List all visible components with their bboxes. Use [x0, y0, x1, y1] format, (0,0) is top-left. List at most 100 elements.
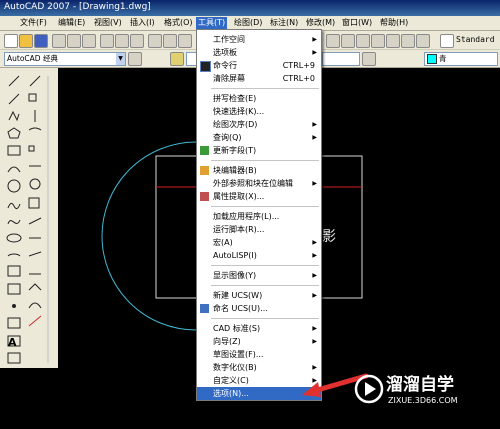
- print-icon[interactable]: [52, 34, 66, 48]
- paste-icon[interactable]: [130, 34, 144, 48]
- help-icon[interactable]: [416, 34, 430, 48]
- properties-icon[interactable]: [326, 34, 340, 48]
- copy-icon[interactable]: [115, 34, 129, 48]
- menu-draw[interactable]: 绘图(D): [232, 17, 264, 29]
- polyline-icon: [8, 110, 20, 122]
- fillet-icon: [28, 302, 42, 309]
- tools-menu-item[interactable]: 宏(A) ▶: [197, 236, 321, 249]
- draw-modify-toolbars: A: [0, 68, 58, 368]
- tools-menu-item[interactable]: 外部参照和块在位编辑 ▶: [197, 177, 321, 190]
- print-preview-icon[interactable]: [67, 34, 81, 48]
- workspace-value: AutoCAD 经典: [7, 54, 58, 63]
- menu-modify[interactable]: 修改(M): [304, 17, 337, 29]
- tools-menu-item[interactable]: 命令行 CTRL+9: [197, 59, 321, 72]
- make-layer-current-icon[interactable]: [362, 52, 376, 66]
- tools-menu-item[interactable]: 绘图次序(D) ▶: [197, 118, 321, 131]
- cyan-swatch: [427, 54, 437, 64]
- tools-menu-item[interactable]: 向导(Z) ▶: [197, 335, 321, 348]
- make-block-icon: [7, 283, 21, 295]
- tools-menu-item[interactable]: 查询(Q) ▶: [197, 131, 321, 144]
- open-icon[interactable]: [19, 34, 33, 48]
- rectangle-icon: [7, 145, 21, 156]
- command-line-icon: [200, 61, 211, 72]
- tools-menu-item[interactable]: 草图设置(F)...: [197, 348, 321, 361]
- redo-icon[interactable]: [178, 34, 192, 48]
- offset-icon: [28, 127, 42, 131]
- menu-dimension[interactable]: 标注(N): [268, 17, 300, 29]
- watermark-url: ZIXUE.3D66.COM: [388, 396, 458, 405]
- tools-menu-item[interactable]: CAD 标准(S) ▶: [197, 322, 321, 335]
- drawn-arc: [101, 141, 197, 331]
- publish-icon[interactable]: [82, 34, 96, 48]
- layer-manager-icon[interactable]: [170, 52, 184, 66]
- chamfer-icon: [28, 283, 42, 291]
- sheet-set-icon[interactable]: [371, 34, 385, 48]
- undo-icon[interactable]: [163, 34, 177, 48]
- linetype-combo[interactable]: [322, 52, 360, 66]
- tools-menu-item[interactable]: 拼写检查(E): [197, 92, 321, 105]
- tools-menu-item[interactable]: 块编辑器(B): [197, 164, 321, 177]
- menu-format[interactable]: 格式(O): [162, 17, 195, 29]
- menu-window[interactable]: 窗口(W): [340, 17, 374, 29]
- canvas-text: 影: [322, 229, 336, 245]
- rotate-icon: [29, 178, 41, 190]
- markup-icon[interactable]: [386, 34, 400, 48]
- arc-icon: [7, 166, 21, 173]
- match-properties-icon[interactable]: [148, 34, 162, 48]
- menu-help[interactable]: 帮助(H): [378, 17, 410, 29]
- tools-menu-item[interactable]: 选项板 ▶: [197, 46, 321, 59]
- color-combo[interactable]: 青: [424, 52, 498, 66]
- tools-menu-item[interactable]: 新建 UCS(W) ▶: [197, 289, 321, 302]
- tools-menu-item[interactable]: 属性提取(X)...: [197, 190, 321, 203]
- menu-tools[interactable]: 工具(T): [196, 17, 228, 29]
- tools-menu-item[interactable]: 清除屏幕 CTRL+0: [197, 72, 321, 85]
- save-icon[interactable]: [34, 34, 48, 48]
- multiline-text-icon[interactable]: A: [8, 336, 17, 349]
- menu-insert[interactable]: 插入(I): [128, 17, 157, 29]
- text-style-icon: [440, 34, 454, 48]
- hatch-icon: [7, 317, 21, 329]
- text-style-label[interactable]: Standard: [456, 35, 495, 44]
- left-toolbar-icons: [6, 75, 49, 364]
- explode-icon: [28, 315, 42, 327]
- new-icon[interactable]: [4, 34, 18, 48]
- tools-menu-item[interactable]: 工作空间 ▶: [197, 33, 321, 46]
- stretch-icon: [28, 217, 42, 225]
- design-center-icon[interactable]: [341, 34, 355, 48]
- extend-icon: [28, 251, 42, 257]
- spline-icon: [7, 219, 21, 225]
- update-fields-icon: [200, 146, 209, 155]
- tools-menu-item[interactable]: 命名 UCS(U)...: [197, 302, 321, 315]
- tools-menu-item[interactable]: 快速选择(K)...: [197, 105, 321, 118]
- workspace-combo[interactable]: AutoCAD 经典 ▼: [4, 52, 126, 66]
- window-title: AutoCAD 2007 - [Drawing1.dwg]: [4, 2, 151, 12]
- line-icon: [8, 75, 20, 87]
- scale-icon: [28, 197, 40, 209]
- play-logo-icon: [354, 374, 384, 404]
- workspace-settings-icon[interactable]: [128, 52, 142, 66]
- insert-block-icon: [7, 265, 21, 277]
- color-value: 青: [439, 54, 447, 63]
- tools-menu-item[interactable]: 更新字段(T): [197, 144, 321, 157]
- chevron-down-icon[interactable]: ▼: [116, 53, 125, 65]
- array-icon: [28, 145, 35, 152]
- construction-line-icon: [8, 93, 20, 105]
- calculator-icon[interactable]: [401, 34, 415, 48]
- menu-file[interactable]: 文件(F): [18, 17, 49, 29]
- watermark-text: 溜溜自学: [386, 375, 454, 395]
- menu-view[interactable]: 视图(V): [92, 17, 124, 29]
- menu-edit[interactable]: 编辑(E): [56, 17, 87, 29]
- block-editor-icon: [200, 166, 209, 175]
- erase-icon: [29, 75, 41, 87]
- tools-menu-item[interactable]: AutoLISP(I) ▶: [197, 249, 321, 262]
- table-icon: [7, 352, 21, 364]
- named-ucs-icon: [200, 304, 209, 313]
- ellipse-arc-icon: [7, 253, 21, 257]
- cut-icon[interactable]: [100, 34, 114, 48]
- tools-menu-item[interactable]: 运行脚本(R)...: [197, 223, 321, 236]
- tool-palettes-icon[interactable]: [356, 34, 370, 48]
- tools-menu-dropdown: 工作空间 ▶ 选项板 ▶ 命令行 CTRL+9 清除屏幕 CTRL+0 拼写检查(E) …: [196, 29, 322, 401]
- tools-menu-item[interactable]: 显示图像(Y) ▶: [197, 269, 321, 282]
- tools-menu-item[interactable]: 加载应用程序(L)...: [197, 210, 321, 223]
- circle-icon: [7, 179, 21, 193]
